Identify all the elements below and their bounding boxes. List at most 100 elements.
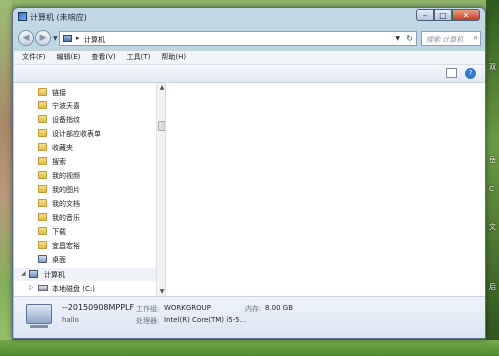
sidebar-item[interactable]: 我的图片 bbox=[14, 183, 156, 196]
sidebar-item-label: 我的视频 bbox=[52, 172, 80, 180]
sidebar-item[interactable]: 桌面 bbox=[14, 253, 156, 266]
address-bar[interactable]: ▸ 计算机 ▼ ↻ bbox=[59, 31, 417, 46]
sidebar-item[interactable]: 设计部应收表单 bbox=[14, 127, 156, 140]
folder-icon bbox=[38, 115, 47, 123]
sidebar-item-label: 设备指纹 bbox=[52, 116, 80, 124]
sidebar-item[interactable]: 我的文档 bbox=[14, 197, 156, 210]
folder-icon bbox=[38, 88, 47, 96]
sidebar-item-label: 宜昌宏裕 bbox=[52, 242, 80, 250]
chevron-down-icon[interactable]: ◢ bbox=[21, 270, 26, 277]
chevron-right-icon[interactable]: ▸ bbox=[76, 34, 80, 42]
sidebar-item-label: 链接 bbox=[52, 89, 66, 97]
sidebar-item-label: 收藏夹 bbox=[52, 144, 73, 152]
navigation-pane[interactable]: 链接 宁波天喜 设备指纹 设计部应收表单 收藏夹 搜索 我的视频 我的图片 我的… bbox=[14, 83, 166, 296]
desktop-icon-label[interactable]: 双 bbox=[489, 62, 496, 72]
search-icon[interactable]: ⌕ bbox=[474, 33, 478, 43]
processor-label: 处理器: bbox=[136, 317, 160, 325]
preview-pane-icon[interactable] bbox=[446, 68, 457, 78]
menu-view[interactable]: 查看(V) bbox=[91, 51, 115, 64]
vertical-scrollbar[interactable]: ▲ ▼ bbox=[156, 83, 165, 296]
sidebar-item-label: 我的图片 bbox=[52, 186, 80, 194]
menu-file[interactable]: 文件(F) bbox=[22, 51, 46, 64]
sidebar-item[interactable]: 收藏夹 bbox=[14, 141, 156, 154]
address-dropdown[interactable]: ▼ bbox=[395, 35, 400, 42]
details-pane: --20150908MPPLF hallo 工作组: WORKGROUP 内存:… bbox=[14, 296, 485, 338]
computer-icon bbox=[18, 12, 27, 21]
folder-icon bbox=[38, 185, 47, 193]
computer-stand-icon bbox=[30, 325, 48, 328]
explorer-window: 计算机 (未响应) – □ ✕ ◀ ▶ ▼ ▸ 计算机 ▼ ↻ 搜索 计算机 ⌕… bbox=[12, 7, 486, 339]
address-breadcrumb[interactable]: 计算机 bbox=[84, 35, 105, 45]
window-title: 计算机 (未响应) bbox=[30, 13, 87, 22]
desktop-icon-label[interactable]: 后 bbox=[489, 282, 496, 292]
sidebar-item-label: 我的音乐 bbox=[52, 214, 80, 222]
window-controls: – □ ✕ bbox=[416, 9, 480, 21]
computer-large-icon bbox=[26, 304, 52, 324]
sidebar-item-computer[interactable]: ◢ 计算机 bbox=[14, 268, 156, 281]
help-icon[interactable]: ? bbox=[465, 68, 476, 79]
back-button[interactable]: ◀ bbox=[18, 30, 34, 46]
user-name: hallo bbox=[62, 316, 79, 324]
sidebar-item-label: 宁波天喜 bbox=[52, 102, 80, 110]
sidebar-item[interactable]: 设备指纹 bbox=[14, 113, 156, 126]
scrollbar-thumb[interactable] bbox=[158, 121, 165, 131]
folder-icon bbox=[38, 101, 47, 109]
sidebar-item-label: 下载 bbox=[52, 228, 66, 236]
desktop-icon-label[interactable]: C bbox=[489, 185, 494, 193]
scroll-up-icon[interactable]: ▲ bbox=[158, 84, 165, 91]
chevron-right-icon[interactable]: ▷ bbox=[29, 284, 34, 291]
folder-icon bbox=[38, 199, 47, 207]
menu-help[interactable]: 帮助(H) bbox=[161, 51, 186, 64]
desktop-background-right bbox=[486, 0, 499, 356]
desktop-background-left bbox=[0, 0, 12, 356]
sidebar-item[interactable]: 我的音乐 bbox=[14, 211, 156, 224]
memory-label: 内存: bbox=[245, 305, 262, 313]
sidebar-item-drive-c[interactable]: ▷ 本地磁盘 (C:) bbox=[14, 282, 156, 295]
folder-icon bbox=[38, 157, 47, 165]
minimize-button[interactable]: – bbox=[416, 9, 434, 21]
folder-icon bbox=[38, 241, 47, 249]
desktop-icon-label[interactable]: 文 bbox=[489, 222, 496, 232]
title-bar[interactable]: 计算机 (未响应) – □ ✕ bbox=[13, 8, 485, 28]
computer-name: --20150908MPPLF bbox=[62, 303, 135, 312]
workgroup-label: 工作组: bbox=[136, 305, 160, 313]
recent-pages-dropdown[interactable]: ▼ bbox=[53, 35, 58, 42]
computer-icon bbox=[29, 270, 38, 278]
sidebar-item[interactable]: 宁波天喜 bbox=[14, 99, 156, 112]
sidebar-item[interactable]: 链接 bbox=[14, 86, 156, 99]
folder-icon bbox=[38, 227, 47, 235]
drive-icon bbox=[38, 285, 48, 291]
navigation-bar: ◀ ▶ ▼ ▸ 计算机 ▼ ↻ 搜索 计算机 ⌕ bbox=[13, 28, 485, 51]
command-toolbar: ? bbox=[14, 65, 485, 83]
folder-icon bbox=[38, 171, 47, 179]
folder-icon bbox=[38, 213, 47, 221]
search-box[interactable]: 搜索 计算机 ⌕ bbox=[421, 31, 481, 46]
workgroup-value: WORKGROUP bbox=[164, 304, 212, 312]
sidebar-item-label: 计算机 bbox=[44, 271, 65, 279]
search-input[interactable]: 搜索 计算机 bbox=[426, 35, 463, 45]
menu-edit[interactable]: 编辑(E) bbox=[57, 51, 81, 64]
desktop-icon-label[interactable]: 岳 bbox=[489, 155, 496, 165]
maximize-button[interactable]: □ bbox=[434, 9, 452, 21]
memory-value: 8.00 GB bbox=[265, 304, 294, 312]
computer-icon bbox=[63, 35, 72, 42]
sidebar-item[interactable]: 宜昌宏裕 bbox=[14, 239, 156, 252]
menu-bar: 文件(F) 编辑(E) 查看(V) 工具(T) 帮助(H) bbox=[14, 51, 485, 65]
refresh-icon[interactable]: ↻ bbox=[406, 34, 413, 43]
sidebar-item-label: 桌面 bbox=[52, 256, 66, 264]
scroll-down-icon[interactable]: ▼ bbox=[158, 288, 165, 295]
sidebar-item-label: 我的文档 bbox=[52, 200, 80, 208]
file-list-area[interactable] bbox=[166, 83, 485, 296]
forward-button[interactable]: ▶ bbox=[35, 30, 51, 46]
sidebar-item[interactable]: 搜索 bbox=[14, 155, 156, 168]
desktop-icon bbox=[38, 255, 47, 263]
folder-icon bbox=[38, 143, 47, 151]
desktop-background-bottom bbox=[0, 340, 499, 356]
sidebar-item[interactable]: 我的视频 bbox=[14, 169, 156, 182]
sidebar-item[interactable]: 下载 bbox=[14, 225, 156, 238]
folder-icon bbox=[38, 129, 47, 137]
close-button[interactable]: ✕ bbox=[452, 9, 480, 21]
sidebar-item-label: 搜索 bbox=[52, 158, 66, 166]
menu-tools[interactable]: 工具(T) bbox=[127, 51, 151, 64]
sidebar-item-label: 本地磁盘 (C:) bbox=[52, 285, 95, 293]
